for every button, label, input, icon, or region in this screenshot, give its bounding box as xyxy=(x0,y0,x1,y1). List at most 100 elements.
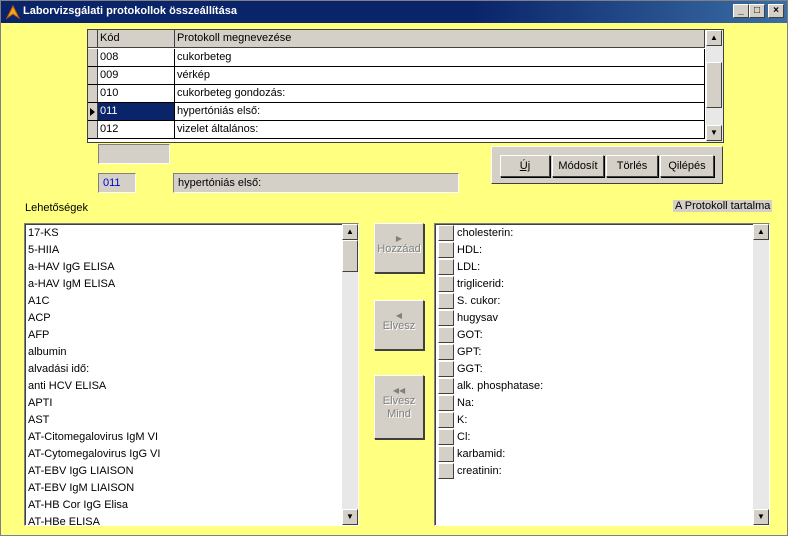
table-row[interactable]: 012 vizelet általános: xyxy=(88,121,705,139)
scroll-down-arrow-icon[interactable]: ▼ xyxy=(753,509,769,525)
row-code[interactable]: 009 xyxy=(98,67,175,84)
row-code[interactable]: 010 xyxy=(98,85,175,102)
name-field[interactable]: hypertóniás első: xyxy=(173,173,459,193)
protocol-grid[interactable]: Kód Protokoll megnevezése 008 cukorbeteg… xyxy=(87,29,724,143)
search-field[interactable] xyxy=(98,144,170,164)
list-item[interactable]: GPT: xyxy=(457,344,481,361)
table-row-selected[interactable]: 011 hypertóniás első: xyxy=(88,103,705,121)
item-checkbox[interactable] xyxy=(438,395,454,411)
list-item[interactable]: AT-EBV IgM LIAISON xyxy=(28,480,134,497)
list-item[interactable]: karbamid: xyxy=(457,446,505,463)
arrow-right-icon: ▶ xyxy=(395,234,403,243)
list-item[interactable]: K: xyxy=(457,412,467,429)
exit-button[interactable]: Qilépés xyxy=(660,155,714,177)
list-item[interactable]: ACP xyxy=(28,310,51,327)
column-header-code[interactable]: Kód xyxy=(98,30,175,48)
list-item[interactable]: AT-EBV IgG LIAISON xyxy=(28,463,134,480)
options-listbox[interactable]: 17-KS 5-HIIA a-HAV IgG ELISA a-HAV IgM E… xyxy=(24,223,359,526)
item-checkbox[interactable] xyxy=(438,429,454,445)
item-checkbox[interactable] xyxy=(438,225,454,241)
table-row[interactable]: 008 cukorbeteg xyxy=(88,49,705,67)
item-checkbox[interactable] xyxy=(438,378,454,394)
list-item[interactable]: S. cukor: xyxy=(457,293,500,310)
row-indicator xyxy=(88,49,98,66)
item-checkbox[interactable] xyxy=(438,310,454,326)
table-row[interactable]: 010 cukorbeteg gondozás: xyxy=(88,85,705,103)
list-item[interactable]: alk. phosphatase: xyxy=(457,378,543,395)
options-scrollbar[interactable]: ▲ ▼ xyxy=(342,224,358,525)
scroll-down-arrow-icon[interactable]: ▼ xyxy=(706,125,722,141)
edit-button[interactable]: Módosít xyxy=(552,155,604,177)
minimize-button[interactable]: _ xyxy=(733,4,749,18)
scroll-down-arrow-icon[interactable]: ▼ xyxy=(342,509,358,525)
list-item[interactable]: GGT: xyxy=(457,361,483,378)
row-code[interactable]: 011 xyxy=(98,103,175,120)
protocol-scrollbar[interactable]: ▲ ▼ xyxy=(753,224,769,525)
list-item[interactable]: HDL: xyxy=(457,242,482,259)
title-bar[interactable]: Laborvizsgálati protokollok összeállítás… xyxy=(1,1,787,23)
row-name[interactable]: cukorbeteg gondozás: xyxy=(175,85,705,102)
list-item[interactable]: AT-Citomegalovirus IgM VI xyxy=(28,429,158,446)
row-indicator xyxy=(88,121,98,138)
item-checkbox[interactable] xyxy=(438,276,454,292)
item-checkbox[interactable] xyxy=(438,344,454,360)
list-item[interactable]: a-HAV IgM ELISA xyxy=(28,276,115,293)
list-item[interactable]: triglicerid: xyxy=(457,276,504,293)
row-name[interactable]: vérkép xyxy=(175,67,705,84)
remove-all-button[interactable]: ◀◀ Elvesz Mind xyxy=(374,375,424,439)
list-item[interactable]: Cl: xyxy=(457,429,470,446)
list-item[interactable]: a-HAV IgG ELISA xyxy=(28,259,115,276)
list-item[interactable]: anti HCV ELISA xyxy=(28,378,106,395)
list-item[interactable]: AT-HBe ELISA xyxy=(28,514,100,525)
list-item[interactable]: Na: xyxy=(457,395,474,412)
list-item[interactable]: hugysav xyxy=(457,310,498,327)
item-checkbox[interactable] xyxy=(438,259,454,275)
row-name[interactable]: vizelet általános: xyxy=(175,121,705,138)
list-item[interactable]: alvadási idő: xyxy=(28,361,89,378)
list-item[interactable]: cholesterin: xyxy=(457,225,513,242)
grid-scrollbar[interactable]: ▲ ▼ xyxy=(706,30,723,142)
protocol-content-listbox[interactable]: cholesterin: HDL: LDL: triglicerid: S. c… xyxy=(434,223,770,526)
row-code[interactable]: 012 xyxy=(98,121,175,138)
list-item[interactable]: 17-KS xyxy=(28,225,59,242)
item-checkbox[interactable] xyxy=(438,463,454,479)
list-item[interactable]: A1C xyxy=(28,293,49,310)
scroll-thumb[interactable] xyxy=(342,240,358,272)
item-checkbox[interactable] xyxy=(438,327,454,343)
list-item[interactable]: albumin xyxy=(28,344,67,361)
list-item[interactable]: AT-Cytomegalovirus IgG VI xyxy=(28,446,160,463)
remove-button[interactable]: ◀ Elvesz xyxy=(374,300,424,350)
scroll-up-arrow-icon[interactable]: ▲ xyxy=(753,224,769,240)
item-checkbox[interactable] xyxy=(438,361,454,377)
list-item[interactable]: AT-HB Cor IgG Elisa xyxy=(28,497,128,514)
scroll-up-arrow-icon[interactable]: ▲ xyxy=(342,224,358,240)
row-name[interactable]: hypertóniás első: xyxy=(175,103,705,120)
item-checkbox[interactable] xyxy=(438,242,454,258)
item-checkbox[interactable] xyxy=(438,412,454,428)
maximize-button[interactable]: □ xyxy=(749,4,765,18)
list-item[interactable]: GOT: xyxy=(457,327,483,344)
main-window: Laborvizsgálati protokollok összeállítás… xyxy=(0,0,788,536)
column-header-name[interactable]: Protokoll megnevezése xyxy=(175,30,705,48)
close-button[interactable]: × xyxy=(768,4,784,18)
item-checkbox[interactable] xyxy=(438,446,454,462)
row-indicator xyxy=(88,103,98,120)
list-item[interactable]: 5-HIIA xyxy=(28,242,59,259)
list-item[interactable]: APTI xyxy=(28,395,52,412)
list-item[interactable]: AST xyxy=(28,412,49,429)
table-row[interactable]: 009 vérkép xyxy=(88,67,705,85)
scroll-up-arrow-icon[interactable]: ▲ xyxy=(706,30,722,46)
list-item[interactable]: LDL: xyxy=(457,259,480,276)
double-arrow-left-icon: ◀◀ xyxy=(392,386,406,395)
row-name[interactable]: cukorbeteg xyxy=(175,49,705,66)
row-code[interactable]: 008 xyxy=(98,49,175,66)
code-field[interactable]: 011 xyxy=(98,173,136,193)
new-button[interactable]: Új xyxy=(500,155,550,177)
delete-button[interactable]: Törlés xyxy=(606,155,658,177)
list-item[interactable]: AFP xyxy=(28,327,49,344)
scroll-thumb[interactable] xyxy=(706,62,722,108)
protocol-content-label: A Protokoll tartalma xyxy=(673,200,773,212)
item-checkbox[interactable] xyxy=(438,293,454,309)
list-item[interactable]: creatinin: xyxy=(457,463,502,480)
add-button[interactable]: ▶ Hozzáad xyxy=(374,223,424,273)
